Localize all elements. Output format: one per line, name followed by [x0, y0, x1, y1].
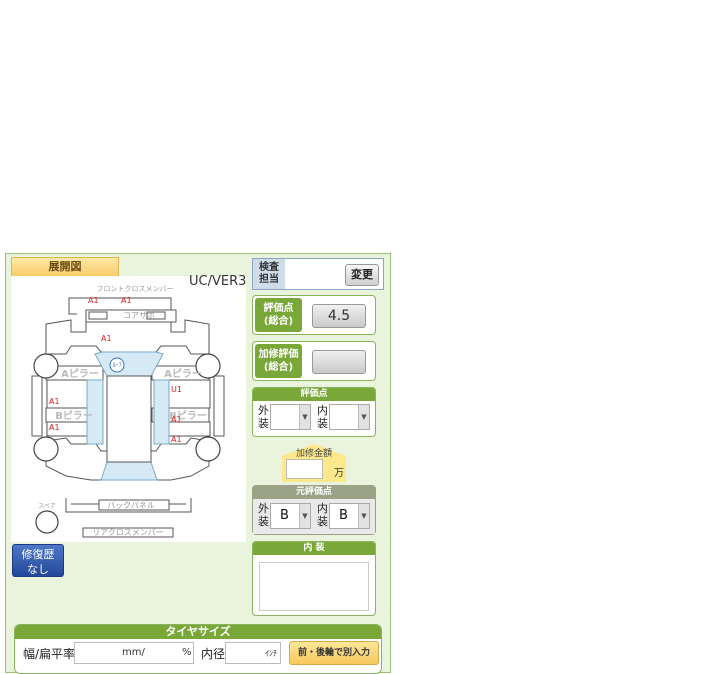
interior-textarea[interactable] — [259, 562, 369, 611]
car-diagram-svg: フロントクロスメンバー コアサポ Aピラー Aピラー Bピラー Bピラー バック… — [31, 285, 225, 538]
tire-size-title: タイヤサイズ — [15, 625, 381, 639]
tire-width-input[interactable]: mm/ % — [74, 642, 194, 664]
back-panel-label: バックパネル — [107, 501, 155, 510]
car-damage-diagram[interactable]: フロントクロスメンバー コアサポ Aピラー Aピラー Bピラー Bピラー バック… — [11, 276, 246, 542]
repair-cost-input[interactable] — [286, 459, 323, 479]
original-exterior-label: 外装 — [258, 502, 270, 528]
score-total-label-line2: (総合) — [263, 316, 294, 327]
interior-box: 内 装 — [252, 541, 376, 616]
repair-score-label-line1: 加修評価 — [258, 349, 299, 360]
tire-inner-unit: ｲﾝﾁ — [265, 649, 277, 658]
grade-interior-label-1: 内 — [317, 404, 328, 417]
grade-interior-label: 内装 — [317, 404, 329, 430]
original-interior-select[interactable]: B ▼ — [329, 503, 370, 529]
original-exterior-label-2: 装 — [258, 515, 269, 528]
inspector-label: 検査 担当 — [253, 259, 285, 289]
tire-inner-label: 内径 — [201, 647, 226, 661]
inspector-label-line2: 担当 — [259, 274, 279, 285]
spare-label: スペア — [38, 503, 56, 510]
damage-mark: A1 — [171, 415, 182, 424]
grade-exterior-label: 外装 — [258, 404, 270, 430]
original-grade-box: 元評価点 外装 B ▼ 内装 B ▼ — [252, 485, 376, 535]
a-pillar-left-label: Aピラー — [61, 368, 99, 380]
rear-left-wheel — [33, 436, 59, 462]
rear-cross-label: リアクロスメンバー — [92, 528, 164, 537]
grade-exterior-select[interactable]: ▼ — [270, 404, 311, 430]
front-cross-label: フロントクロスメンバー — [97, 285, 174, 293]
inspector-box: 検査 担当 変更 — [252, 258, 384, 290]
score-total-box: 評価点 (総合) 4.5 — [252, 295, 376, 335]
grade-title: 評価点 — [253, 388, 375, 401]
original-interior-label-1: 内 — [317, 502, 328, 515]
model-version-label: UC/VER3 — [189, 274, 247, 289]
score-total-value-button[interactable]: 4.5 — [312, 304, 366, 328]
repair-cost-label: 加修金額 — [295, 449, 332, 459]
repair-history-button[interactable]: 修復歴 なし — [12, 544, 64, 577]
tire-ratio-unit: % — [182, 647, 192, 658]
front-left-wheel — [33, 353, 59, 379]
grade-interior-label-2: 装 — [317, 417, 328, 430]
b-pillar-left-label: Bピラー — [55, 410, 93, 422]
original-exterior-label-1: 外 — [258, 502, 269, 515]
chevron-down-icon: ▼ — [358, 405, 369, 429]
core-support-label: コアサポ — [123, 311, 155, 320]
repair-score-box: 加修評価 (総合) — [252, 341, 376, 381]
original-exterior-value: B — [280, 508, 289, 523]
spare-wheel — [35, 510, 59, 534]
damage-mark: U1 — [171, 385, 182, 394]
original-grade-title: 元評価点 — [253, 486, 375, 499]
grade-box: 評価点 外装 ▼ 内装 ▼ — [252, 387, 376, 437]
damage-mark: A1 — [171, 435, 182, 444]
grade-interior-select[interactable]: ▼ — [329, 404, 370, 430]
repair-cost-box: 加修金額 万 — [280, 444, 348, 482]
change-inspector-button[interactable]: 変更 — [345, 264, 379, 286]
inspector-label-line1: 検査 — [259, 262, 279, 273]
tire-width-unit: mm/ — [122, 647, 145, 658]
grade-exterior-label-2: 装 — [258, 417, 269, 430]
repair-score-label-line2: (総合) — [263, 362, 294, 373]
front-cross-outline — [68, 297, 172, 309]
separate-input-button[interactable]: 前・後輪で別入力 — [289, 641, 379, 665]
original-interior-value: B — [339, 508, 348, 523]
original-exterior-select[interactable]: B ▼ — [270, 503, 311, 529]
damage-mark: A1 — [49, 397, 60, 406]
repair-history-line1: 修復歴 — [21, 548, 55, 561]
rear-right-wheel — [195, 436, 221, 462]
diagram-tab[interactable]: 展開図 — [11, 257, 119, 277]
original-interior-label-2: 装 — [317, 515, 328, 528]
chevron-down-icon: ▼ — [299, 504, 310, 528]
repair-score-label: 加修評価 (総合) — [255, 344, 302, 378]
chevron-down-icon: ▼ — [299, 405, 310, 429]
score-total-label: 評価点 (総合) — [255, 298, 302, 332]
tire-width-label: 幅/扁平率 — [23, 647, 76, 661]
tire-size-section: タイヤサイズ 幅/扁平率 mm/ % 内径 ｲﾝﾁ 前・後輪で別入力 — [14, 624, 382, 674]
a-pillar-right-label: Aピラー — [164, 368, 202, 380]
repair-history-line2: なし — [27, 563, 49, 576]
original-interior-label: 内装 — [317, 502, 329, 528]
interior-title: 内 装 — [253, 542, 375, 555]
damage-mark: A1 — [49, 423, 60, 432]
damage-mark: A1 — [101, 334, 112, 343]
damage-mark: A1 — [121, 296, 132, 305]
roof-mark: ﾙｰﾌ — [112, 362, 121, 369]
chevron-down-icon: ▼ — [358, 504, 369, 528]
repair-score-value-button[interactable] — [312, 350, 366, 374]
grade-exterior-label-1: 外 — [258, 404, 269, 417]
repair-cost-unit: 万 — [334, 468, 344, 479]
damage-mark: A1 — [88, 296, 99, 305]
tire-inner-input[interactable]: ｲﾝﾁ — [225, 642, 281, 664]
score-total-label-line1: 評価点 — [263, 303, 294, 314]
